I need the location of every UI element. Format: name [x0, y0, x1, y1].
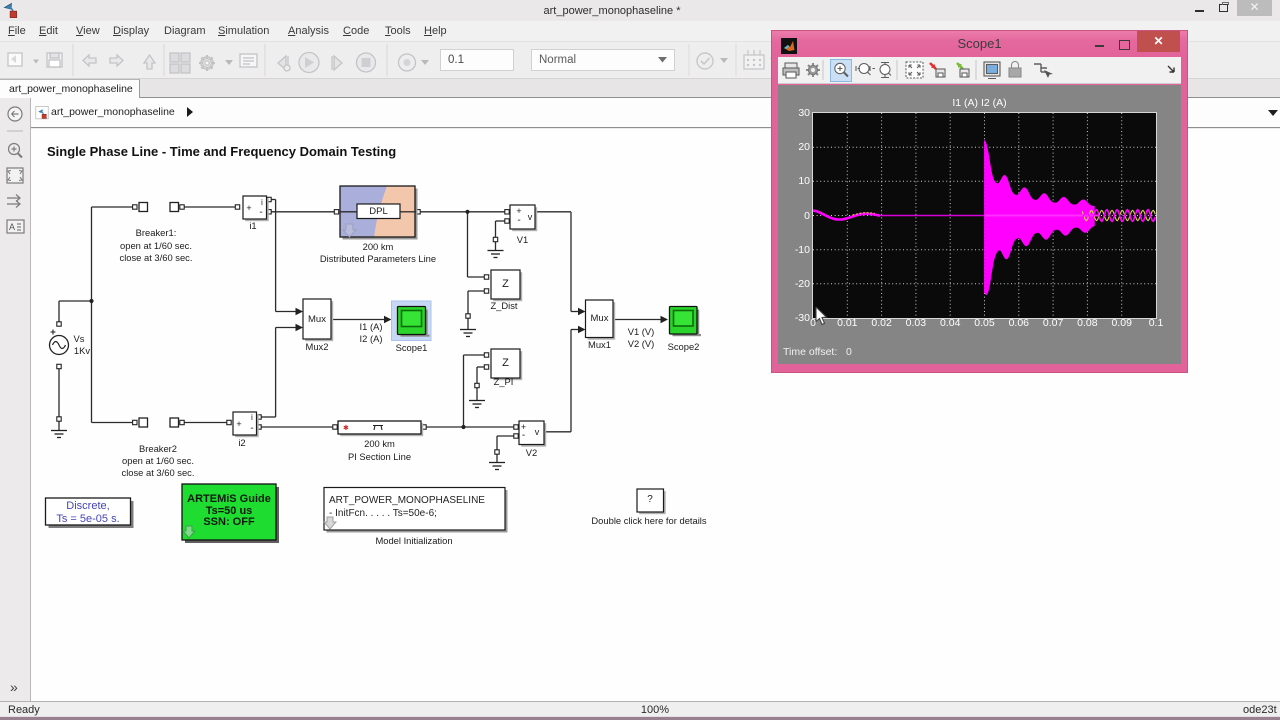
- svg-text:✱: ✱: [343, 424, 349, 432]
